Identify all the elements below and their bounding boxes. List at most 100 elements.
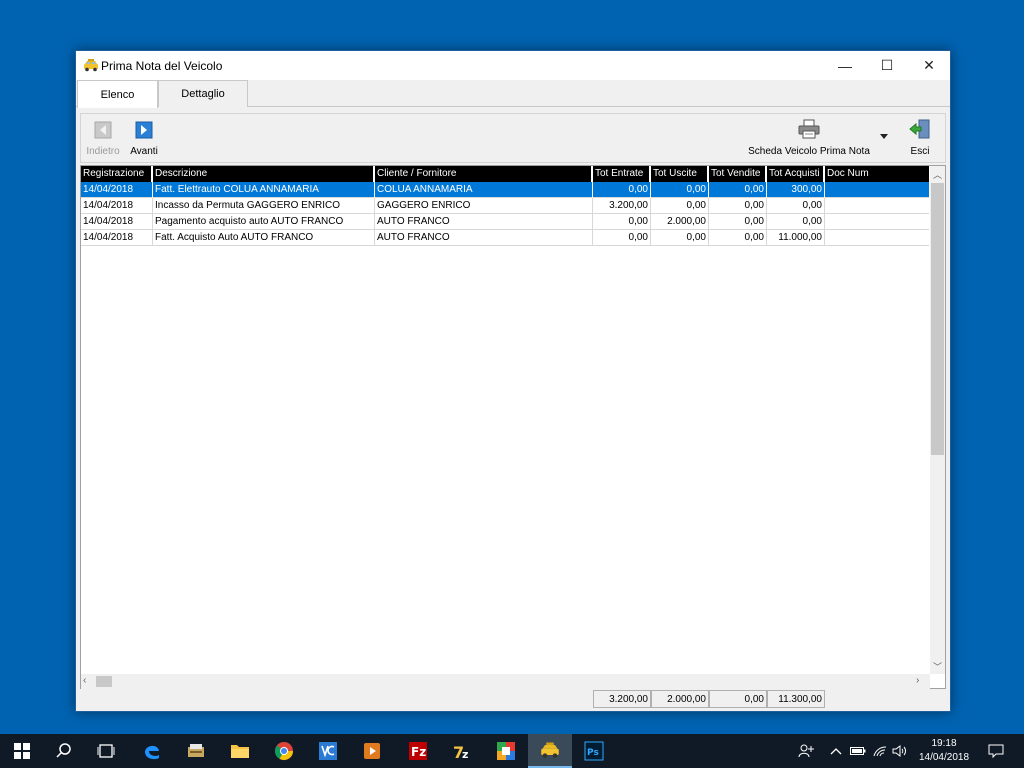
- scroll-down-icon[interactable]: ﹀: [930, 660, 945, 673]
- column-header-descrizione[interactable]: Descrizione: [153, 166, 375, 182]
- svg-text:z: z: [462, 748, 468, 761]
- vertical-scroll-thumb[interactable]: [931, 183, 944, 455]
- taskbar-edge[interactable]: [130, 734, 174, 768]
- tab-dettaglio[interactable]: Dettaglio: [158, 80, 248, 107]
- column-header-tot-entrate[interactable]: Tot Entrate: [593, 166, 651, 182]
- horizontal-scrollbar[interactable]: ‹ ›: [81, 674, 930, 689]
- cell-doc-num: [825, 230, 929, 246]
- exit-button[interactable]: Esci: [903, 114, 937, 162]
- scroll-left-icon[interactable]: ‹: [83, 675, 86, 686]
- taskbar-app-vc[interactable]: [306, 734, 350, 768]
- start-button[interactable]: [0, 734, 44, 768]
- cell-descrizione: Pagamento acquisto auto AUTO FRANCO: [153, 214, 375, 230]
- table-row[interactable]: 14/04/2018 Pagamento acquisto auto AUTO …: [81, 214, 929, 230]
- cell-acquisti: 300,00: [767, 182, 825, 198]
- caret-down-icon: [880, 134, 888, 139]
- taskbar-prima-nota-app[interactable]: [528, 734, 572, 768]
- cell-cliente: AUTO FRANCO: [375, 214, 593, 230]
- 7zip-icon: 7 z: [453, 743, 468, 761]
- prima-nota-grid[interactable]: Registrazione Descrizione Cliente / Forn…: [80, 165, 946, 689]
- cell-descrizione: Incasso da Permuta GAGGERO ENRICO: [153, 198, 375, 214]
- show-hidden-icons-button[interactable]: [826, 734, 846, 768]
- next-button[interactable]: Avanti: [127, 114, 161, 162]
- totals-footer: 3.200,00 2.000,00 0,00 11.300,00: [80, 690, 825, 708]
- cell-registrazione: 14/04/2018: [81, 198, 153, 214]
- print-vehicle-sheet-button[interactable]: Scheda Veicolo Prima Nota: [748, 114, 870, 162]
- grid-rows: 14/04/2018 Fatt. Elettrauto COLUA ANNAMA…: [81, 182, 929, 246]
- task-view-button[interactable]: [84, 734, 128, 768]
- battery-button[interactable]: [848, 734, 868, 768]
- close-button[interactable]: ✕: [908, 51, 950, 80]
- cell-descrizione: Fatt. Elettrauto COLUA ANNAMARIA: [153, 182, 375, 198]
- column-header-tot-vendite[interactable]: Tot Vendite: [709, 166, 767, 182]
- cell-cliente: COLUA ANNAMARIA: [375, 182, 593, 198]
- people-button[interactable]: [794, 734, 818, 768]
- taskbar-photoshop[interactable]: Ps: [572, 734, 616, 768]
- filezilla-icon: Fz: [409, 742, 427, 760]
- tab-elenco[interactable]: Elenco: [77, 80, 158, 108]
- notification-icon: [988, 744, 1004, 758]
- taxi-car-icon: [541, 742, 559, 758]
- cell-cliente: AUTO FRANCO: [375, 230, 593, 246]
- taskbar-file-explorer[interactable]: [218, 734, 262, 768]
- action-center-button[interactable]: [982, 734, 1010, 768]
- cell-entrate: 0,00: [593, 214, 651, 230]
- task-view-icon: [97, 744, 115, 758]
- column-header-doc-num[interactable]: Doc Num: [825, 166, 929, 182]
- horizontal-scroll-thumb[interactable]: [96, 676, 112, 687]
- cell-entrate: 0,00: [593, 230, 651, 246]
- column-header-tot-acquisti[interactable]: Tot Acquisti: [767, 166, 825, 182]
- totals-spacer: [80, 690, 593, 708]
- table-row[interactable]: 14/04/2018 Fatt. Acquisto Auto AUTO FRAN…: [81, 230, 929, 246]
- edge-browser-icon: [145, 745, 159, 760]
- cell-entrate: 0,00: [593, 182, 651, 198]
- clock-time: 19:18: [931, 738, 957, 749]
- color-grid-app-icon: [497, 742, 515, 760]
- printer-icon: [798, 119, 820, 139]
- table-row[interactable]: 14/04/2018 Incasso da Permuta GAGGERO EN…: [81, 198, 929, 214]
- windows-logo-icon: [14, 743, 30, 759]
- taskbar: Fz 7 z Ps 19:18 14/04/2018: [0, 734, 1024, 768]
- cell-acquisti: 0,00: [767, 214, 825, 230]
- column-header-cliente-fornitore[interactable]: Cliente / Fornitore: [375, 166, 593, 182]
- back-button[interactable]: Indietro: [85, 114, 121, 162]
- volume-button[interactable]: [890, 734, 910, 768]
- search-button[interactable]: [42, 734, 86, 768]
- grid-header: Registrazione Descrizione Cliente / Forn…: [81, 166, 929, 182]
- print-options-dropdown[interactable]: [877, 114, 891, 162]
- taskbar-app-scanner[interactable]: [174, 734, 218, 768]
- title-bar[interactable]: Prima Nota del Veicolo — ☐ ✕: [76, 51, 950, 80]
- cell-vendite: 0,00: [709, 214, 767, 230]
- cell-uscite: 0,00: [651, 198, 709, 214]
- taskbar-chrome[interactable]: [262, 734, 306, 768]
- cell-descrizione: Fatt. Acquisto Auto AUTO FRANCO: [153, 230, 375, 246]
- scanner-app-icon: [188, 744, 204, 757]
- taskbar-media-player[interactable]: [350, 734, 394, 768]
- minimize-button[interactable]: —: [824, 51, 866, 80]
- cell-cliente: GAGGERO ENRICO: [375, 198, 593, 214]
- maximize-button[interactable]: ☐: [866, 51, 908, 80]
- scroll-right-icon[interactable]: ›: [916, 675, 919, 686]
- battery-icon: [850, 747, 866, 755]
- table-row[interactable]: 14/04/2018 Fatt. Elettrauto COLUA ANNAMA…: [81, 182, 929, 198]
- vertical-scrollbar[interactable]: ︿ ﹀: [930, 166, 945, 674]
- taskbar-7zip[interactable]: 7 z: [440, 734, 484, 768]
- column-header-tot-uscite[interactable]: Tot Uscite: [651, 166, 709, 182]
- arrow-right-icon: [135, 121, 153, 139]
- clock-date: 14/04/2018: [918, 752, 970, 763]
- scroll-up-icon[interactable]: ︿: [930, 168, 945, 181]
- exit-door-icon: [909, 119, 930, 139]
- window-title: Prima Nota del Veicolo: [101, 59, 223, 73]
- total-vendite: 0,00: [709, 690, 767, 708]
- taskbar-clock[interactable]: 19:18 14/04/2018: [912, 737, 976, 765]
- folder-icon: [231, 745, 249, 758]
- media-player-icon: [364, 743, 380, 759]
- taskbar-filezilla[interactable]: Fz: [396, 734, 440, 768]
- taskbar-app-colors[interactable]: [484, 734, 528, 768]
- column-header-registrazione[interactable]: Registrazione: [81, 166, 153, 182]
- cell-acquisti: 0,00: [767, 198, 825, 214]
- print-label: Scheda Veicolo Prima Nota: [748, 146, 870, 157]
- cell-vendite: 0,00: [709, 182, 767, 198]
- svg-text:Ps: Ps: [587, 748, 599, 758]
- network-button[interactable]: [870, 734, 890, 768]
